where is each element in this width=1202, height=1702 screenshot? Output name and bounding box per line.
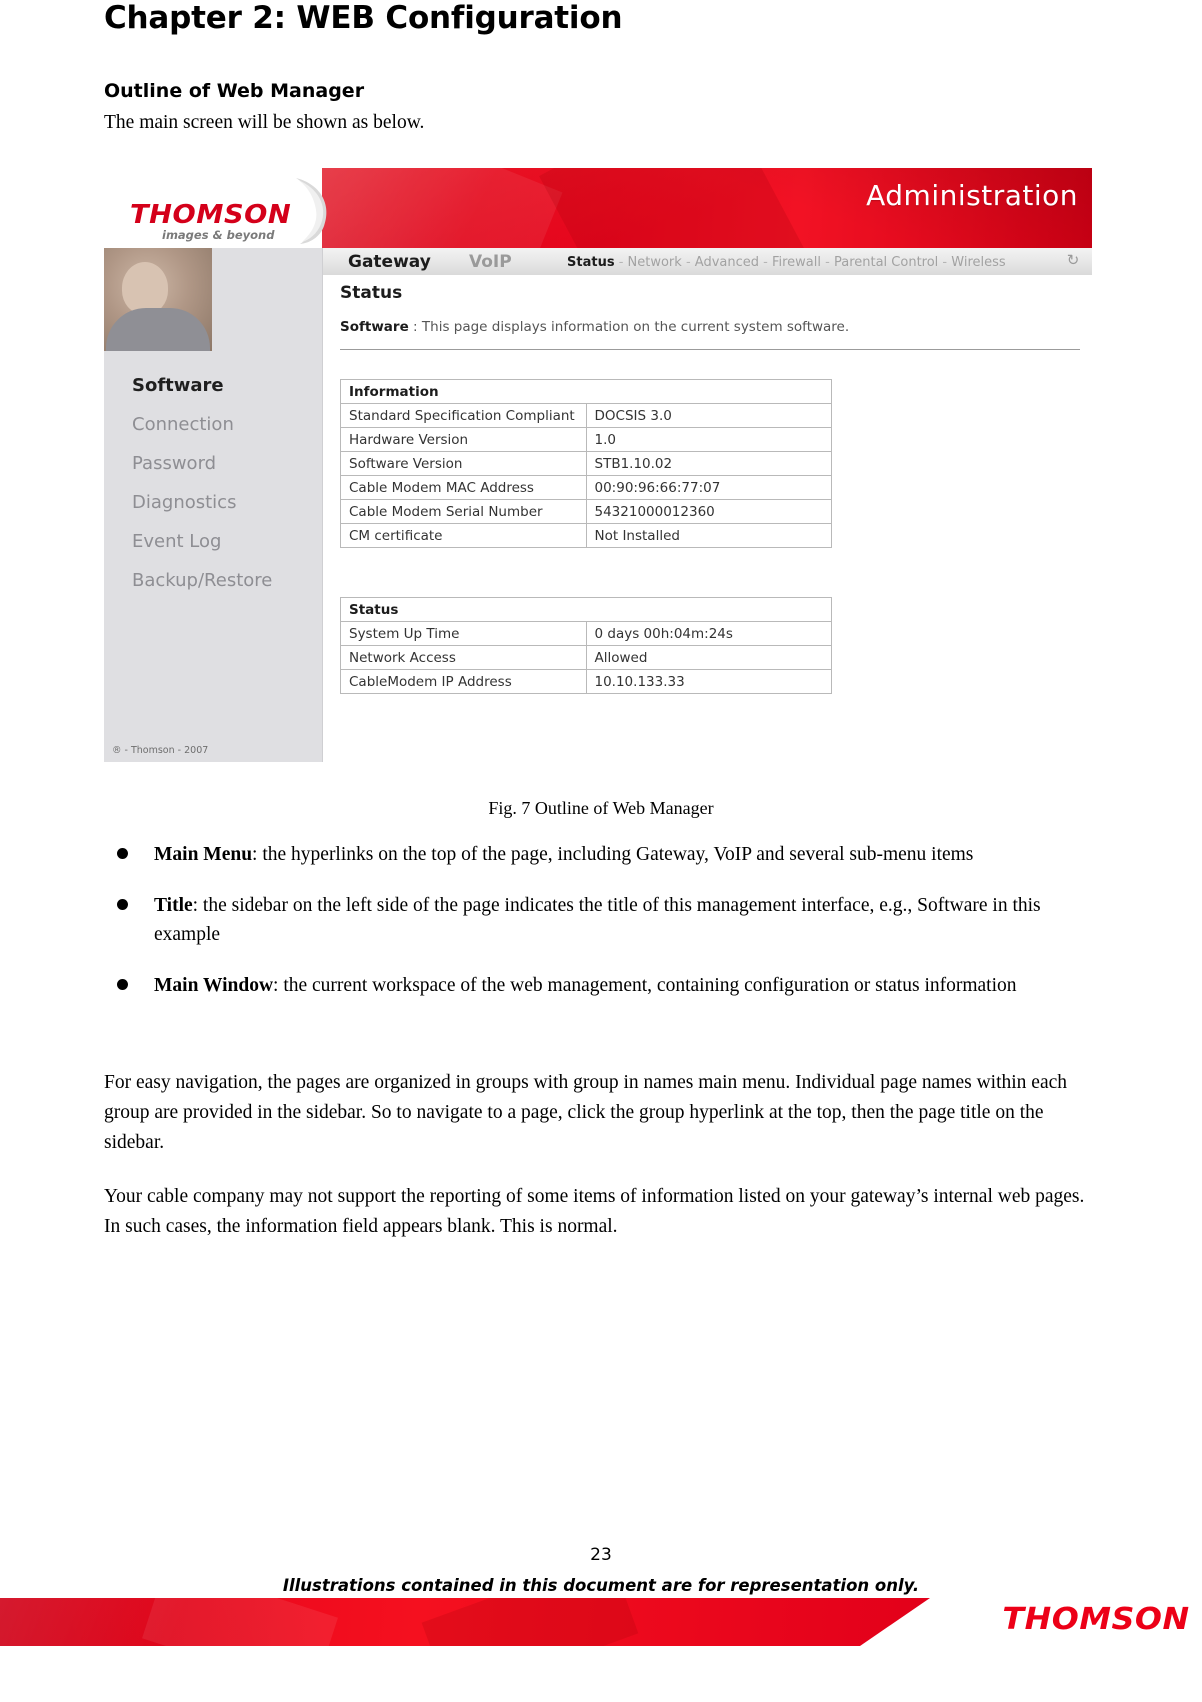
row-key: Standard Specification Compliant: [340, 403, 587, 428]
bullet-dot-icon: [117, 979, 128, 990]
row-key: Cable Modem Serial Number: [340, 499, 587, 524]
sidebar-photo-filler: [212, 248, 322, 351]
row-value: 10.10.133.33: [585, 669, 832, 694]
information-table-caption: Information: [340, 379, 832, 404]
sidebar-item-password[interactable]: Password: [104, 444, 322, 483]
row-value: DOCSIS 3.0: [585, 403, 832, 428]
table-row: CM certificate Not Installed: [340, 523, 832, 548]
row-key: CableModem IP Address: [340, 669, 587, 694]
nav-item-network[interactable]: Network: [628, 255, 682, 270]
page-title: Chapter 2: WEB Configuration: [104, 0, 623, 36]
table-row: Standard Specification Compliant DOCSIS …: [340, 403, 832, 428]
nav-sep: -: [821, 255, 834, 270]
sidebar-item-diagnostics[interactable]: Diagnostics: [104, 483, 322, 522]
table-caption-row: Status: [340, 597, 832, 622]
screenshot-sidebar: Software Connection Password Diagnostics…: [104, 248, 323, 762]
main-divider: [340, 349, 1080, 350]
refresh-icon[interactable]: ↻: [1064, 252, 1082, 270]
row-key: Cable Modem MAC Address: [340, 475, 587, 500]
sidebar-item-software[interactable]: Software: [104, 366, 322, 405]
table-row: CableModem IP Address 10.10.133.33: [340, 669, 832, 694]
bullet-dot-icon: [117, 848, 128, 859]
figure-caption: Fig. 7 Outline of Web Manager: [488, 798, 714, 818]
status-table-caption: Status: [340, 597, 832, 622]
list-item: Main Menu: the hyperlinks on the top of …: [104, 840, 1104, 869]
bullet-text: : the current workspace of the web manag…: [273, 975, 1017, 996]
header-red-band: Administration: [322, 168, 1092, 248]
header-page-title: Administration: [866, 179, 1078, 212]
nav-item-firewall[interactable]: Firewall: [772, 255, 821, 270]
table-row: Network Access Allowed: [340, 645, 832, 670]
footer-red-band: [0, 1598, 930, 1646]
row-key: Network Access: [340, 645, 587, 670]
main-window-description: Software : This page displays informatio…: [340, 319, 849, 335]
nav-item-parental-control[interactable]: Parental Control: [834, 255, 938, 270]
table-row: Software Version STB1.10.02: [340, 451, 832, 476]
page-number: 23: [590, 1545, 612, 1565]
body-paragraph-1: For easy navigation, the pages are organ…: [104, 1072, 1068, 1153]
bullet-term: Main Menu: [154, 844, 253, 865]
figure-web-manager-screenshot: Administration THOMSON images & beyond G…: [104, 168, 1092, 762]
bullet-text: : the sidebar on the left side of the pa…: [154, 895, 1041, 945]
row-key: Hardware Version: [340, 427, 587, 452]
sidebar-item-connection[interactable]: Connection: [104, 405, 322, 444]
section-heading: Outline of Web Manager: [104, 80, 365, 102]
footer-thomson-logo: THOMSON: [1002, 1602, 1190, 1637]
main-desc-label: Software: [340, 319, 409, 335]
sidebar-item-backup-restore[interactable]: Backup/Restore: [104, 561, 322, 600]
row-value: 00:90:96:66:77:07: [585, 475, 832, 500]
row-key: Software Version: [340, 451, 587, 476]
table-row: Hardware Version 1.0: [340, 427, 832, 452]
row-value: Allowed: [585, 645, 832, 670]
screenshot-navbar: Gateway VoIP Status - Network - Advanced…: [322, 248, 1092, 276]
status-table: Status System Up Time 0 days 00h:04m:24s…: [340, 597, 832, 694]
bullet-list: Main Menu: the hyperlinks on the top of …: [104, 840, 1104, 1022]
row-value: STB1.10.02: [585, 451, 832, 476]
screenshot-header: Administration THOMSON images & beyond: [104, 168, 1092, 248]
nav-item-advanced[interactable]: Advanced: [695, 255, 759, 270]
body-paragraph-2: Your cable company may not support the r…: [104, 1186, 1085, 1237]
nav-sep: -: [759, 255, 772, 270]
sidebar-photo: [104, 248, 212, 351]
list-item: Title: the sidebar on the left side of t…: [104, 891, 1104, 949]
nav-voip[interactable]: VoIP: [469, 252, 512, 272]
thomson-logo-text: THOMSON: [130, 200, 292, 230]
table-row: System Up Time 0 days 00h:04m:24s: [340, 621, 832, 646]
nav-subitems: Status - Network - Advanced - Firewall -…: [567, 255, 1006, 270]
sidebar-menu: Software Connection Password Diagnostics…: [104, 366, 322, 600]
row-key: System Up Time: [340, 621, 587, 646]
swoosh-icon: [296, 178, 327, 244]
bullet-text: : the hyperlinks on the top of the page,…: [252, 844, 974, 865]
nav-sep: -: [681, 255, 695, 270]
information-table: Information Standard Specification Compl…: [340, 379, 832, 548]
row-value: 1.0: [585, 427, 832, 452]
nav-item-status[interactable]: Status: [567, 255, 615, 270]
sidebar-item-event-log[interactable]: Event Log: [104, 522, 322, 561]
row-value: Not Installed: [585, 523, 832, 548]
row-key: CM certificate: [340, 523, 587, 548]
footer-note: Illustrations contained in this document…: [282, 1576, 920, 1595]
nav-sep: -: [938, 255, 952, 270]
row-value: 54321000012360: [585, 499, 832, 524]
main-desc-text: This page displays information on the cu…: [421, 319, 850, 335]
document-page: Chapter 2: WEB Configuration Outline of …: [0, 0, 1202, 1646]
nav-sep: -: [614, 255, 628, 270]
main-window-title: Status: [340, 283, 403, 303]
bullet-term: Title: [154, 895, 193, 916]
thomson-tagline: images & beyond: [162, 228, 275, 242]
screenshot-main-window: Status Software : This page displays inf…: [323, 275, 1092, 762]
main-desc-separator: :: [413, 319, 418, 335]
row-value: 0 days 00h:04m:24s: [585, 621, 832, 646]
table-row: Cable Modem Serial Number 54321000012360: [340, 499, 832, 524]
table-caption-row: Information: [340, 379, 832, 404]
screenshot-copyright: ® - Thomson - 2007: [112, 745, 209, 756]
bullet-term: Main Window: [154, 975, 274, 996]
nav-gateway[interactable]: Gateway: [348, 252, 431, 272]
bullet-dot-icon: [117, 899, 128, 910]
list-item: Main Window: the current workspace of th…: [104, 971, 1104, 1000]
table-row: Cable Modem MAC Address 00:90:96:66:77:0…: [340, 475, 832, 500]
nav-item-wireless[interactable]: Wireless: [951, 255, 1005, 270]
intro-text: The main screen will be shown as below.: [104, 112, 425, 133]
